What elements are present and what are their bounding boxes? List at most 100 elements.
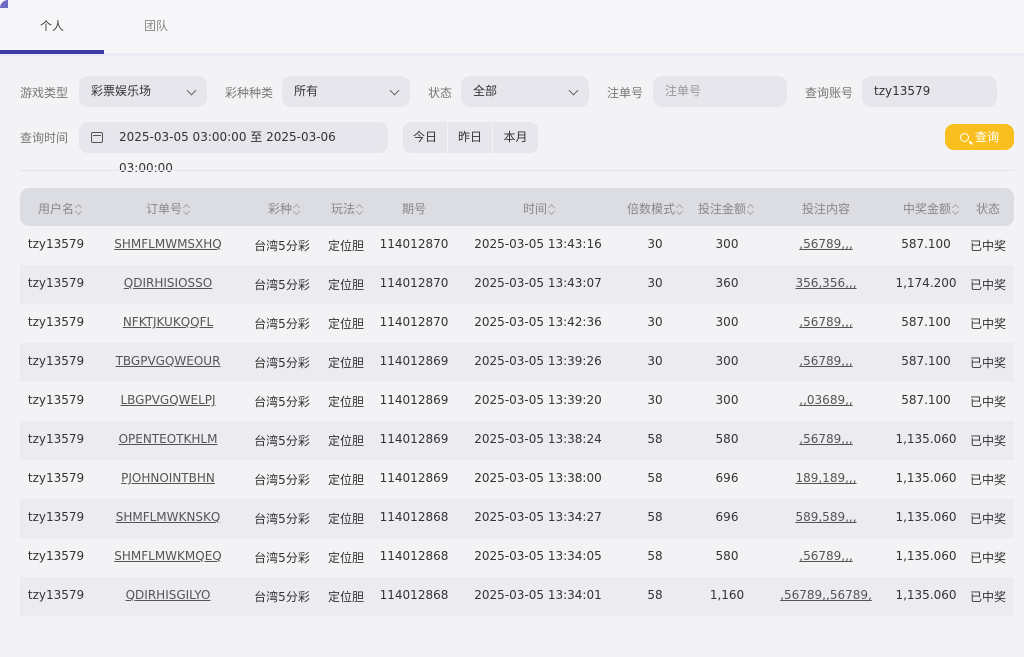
bet-records-table: 用户名 订单号 彩种 玩法 期号 时间 倍数模式 投注金额 投注内容 中奖金额 … bbox=[20, 188, 1014, 616]
cell-order-no[interactable]: LBGPVGQWELPJ bbox=[120, 393, 215, 407]
cell-bet-amount: 696 bbox=[715, 471, 739, 485]
game-type-select[interactable]: 彩票娱乐场 bbox=[79, 76, 207, 107]
cell-lottery: 台湾5分彩 bbox=[254, 434, 310, 448]
chevron-down-icon bbox=[389, 85, 400, 96]
cell-username: tzy13579 bbox=[27, 588, 85, 602]
cell-prize: 1,135.060 bbox=[895, 549, 957, 563]
date-range-picker[interactable]: 2025-03-05 03:00:00 至 2025-03-06 03:00:0… bbox=[79, 122, 388, 175]
cell-status: 已中奖 bbox=[969, 590, 1007, 604]
cell-bet-content[interactable]: ,56789,,, bbox=[799, 237, 852, 251]
col-label: 期号 bbox=[401, 202, 427, 216]
cell-issue: 114012869 bbox=[379, 471, 449, 485]
col-time[interactable]: 时间 bbox=[523, 200, 555, 217]
cell-lottery: 台湾5分彩 bbox=[254, 395, 310, 409]
cell-bet-content[interactable]: ,56789,,, bbox=[799, 354, 852, 368]
cell-bet-content[interactable]: ,56789,,, bbox=[799, 549, 852, 563]
cell-order-no[interactable]: QDIRHISIOSSO bbox=[124, 276, 212, 290]
table-row: tzy13579 LBGPVGQWELPJ 台湾5分彩 定位胆 114012869 202… bbox=[20, 382, 1014, 421]
cell-lottery: 台湾5分彩 bbox=[254, 278, 310, 292]
col-order-no[interactable]: 订单号 bbox=[146, 200, 190, 217]
sort-icon bbox=[953, 204, 959, 214]
cell-lottery: 台湾5分彩 bbox=[254, 317, 310, 331]
sort-icon bbox=[549, 204, 555, 214]
cell-multiplier: 30 bbox=[647, 276, 663, 290]
cell-order-no[interactable]: PJOHNOINTBHN bbox=[121, 471, 215, 485]
this-month-button[interactable]: 本月 bbox=[493, 122, 538, 153]
cell-time: 2025-03-05 13:42:36 bbox=[474, 315, 602, 329]
chevron-down-icon bbox=[568, 85, 579, 96]
cell-bet-content[interactable]: ,56789,,56789, bbox=[780, 588, 872, 602]
cell-issue: 114012868 bbox=[379, 510, 449, 524]
cell-bet-content[interactable]: ,56789,,, bbox=[799, 432, 852, 446]
col-play[interactable]: 玩法 bbox=[331, 200, 363, 217]
cell-bet-content[interactable]: ,56789,,, bbox=[799, 315, 852, 329]
lottery-kind-label: 彩种种类 bbox=[225, 86, 274, 100]
cell-order-no[interactable]: SHMFLMWMSXHQ bbox=[114, 237, 221, 251]
cell-prize: 1,135.060 bbox=[895, 471, 957, 485]
col-bet-content: 投注内容 bbox=[802, 200, 850, 217]
cell-prize: 1,174.200 bbox=[895, 276, 957, 290]
status-label: 状态 bbox=[428, 86, 453, 100]
cell-issue: 114012870 bbox=[379, 237, 449, 251]
order-no-input[interactable]: 注单号 bbox=[653, 76, 787, 107]
tab-personal[interactable]: 个人 bbox=[40, 17, 64, 34]
cell-order-no[interactable]: NFKTJKUKQQFL bbox=[123, 315, 213, 329]
cell-username: tzy13579 bbox=[27, 237, 85, 251]
cell-play: 定位胆 bbox=[327, 434, 365, 448]
cell-lottery: 台湾5分彩 bbox=[254, 512, 310, 526]
cell-multiplier: 30 bbox=[647, 315, 663, 329]
cell-order-no[interactable]: SHMFLMWKNSKQ bbox=[116, 510, 221, 524]
search-button[interactable]: 查询 bbox=[945, 124, 1014, 150]
sort-icon bbox=[184, 204, 190, 214]
cell-status: 已中奖 bbox=[969, 551, 1007, 565]
cell-multiplier: 58 bbox=[647, 432, 663, 446]
game-type-label: 游戏类型 bbox=[20, 86, 69, 100]
lottery-kind-select[interactable]: 所有 bbox=[282, 76, 410, 107]
cell-bet-content[interactable]: 589,589,,, bbox=[795, 510, 856, 524]
cell-prize: 587.100 bbox=[901, 237, 951, 251]
cell-username: tzy13579 bbox=[27, 432, 85, 446]
cell-bet-content[interactable]: ,,03689,, bbox=[799, 393, 852, 407]
sort-icon bbox=[748, 204, 754, 214]
cell-order-no[interactable]: TBGPVGQWEOUR bbox=[116, 354, 221, 368]
cell-play: 定位胆 bbox=[327, 317, 365, 331]
cell-order-no[interactable]: OPENTEOTKHLM bbox=[119, 432, 218, 446]
col-label: 玩法 bbox=[330, 202, 356, 216]
cell-play: 定位胆 bbox=[327, 512, 365, 526]
cell-status: 已中奖 bbox=[969, 278, 1007, 292]
cell-order-no[interactable]: QDIRHISGILYO bbox=[126, 588, 211, 602]
cell-multiplier: 58 bbox=[647, 549, 663, 563]
cell-multiplier: 58 bbox=[647, 471, 663, 485]
quick-date-group: 今日 昨日 本月 bbox=[403, 122, 538, 153]
cell-multiplier: 30 bbox=[647, 393, 663, 407]
col-bet-amount[interactable]: 投注金额 bbox=[698, 200, 754, 217]
cell-time: 2025-03-05 13:39:26 bbox=[474, 354, 602, 368]
col-label: 时间 bbox=[522, 202, 548, 216]
cell-bet-amount: 300 bbox=[715, 237, 739, 251]
cell-bet-amount: 696 bbox=[715, 510, 739, 524]
col-label: 订单号 bbox=[145, 202, 183, 216]
cell-order-no[interactable]: SHMFLMWKMQEQ bbox=[114, 549, 222, 563]
status-select[interactable]: 全部 bbox=[461, 76, 589, 107]
sort-icon bbox=[357, 204, 363, 214]
cell-time: 2025-03-05 13:43:07 bbox=[474, 276, 602, 290]
order-no-label: 注单号 bbox=[607, 86, 644, 100]
yesterday-button[interactable]: 昨日 bbox=[448, 122, 493, 153]
cell-bet-content[interactable]: 356,356,,, bbox=[795, 276, 856, 290]
col-prize[interactable]: 中奖金额 bbox=[903, 200, 959, 217]
col-lottery[interactable]: 彩种 bbox=[268, 200, 300, 217]
cell-bet-amount: 1,160 bbox=[709, 588, 745, 602]
cell-lottery: 台湾5分彩 bbox=[254, 590, 310, 604]
cell-time: 2025-03-05 13:39:20 bbox=[474, 393, 602, 407]
account-input[interactable]: tzy13579 bbox=[862, 76, 997, 107]
today-button[interactable]: 今日 bbox=[403, 122, 448, 153]
col-username[interactable]: 用户名 bbox=[38, 200, 82, 217]
col-multiplier[interactable]: 倍数模式 bbox=[627, 200, 683, 217]
account-label: 查询账号 bbox=[805, 86, 854, 100]
cell-bet-amount: 300 bbox=[715, 393, 739, 407]
table-body: tzy13579 SHMFLMWMSXHQ 台湾5分彩 定位胆 114012870 202… bbox=[20, 226, 1014, 616]
cell-bet-content[interactable]: 189,189,,, bbox=[795, 471, 856, 485]
cell-prize: 587.100 bbox=[901, 354, 951, 368]
tab-team[interactable]: 团队 bbox=[144, 17, 168, 34]
cell-bet-amount: 580 bbox=[715, 432, 739, 446]
